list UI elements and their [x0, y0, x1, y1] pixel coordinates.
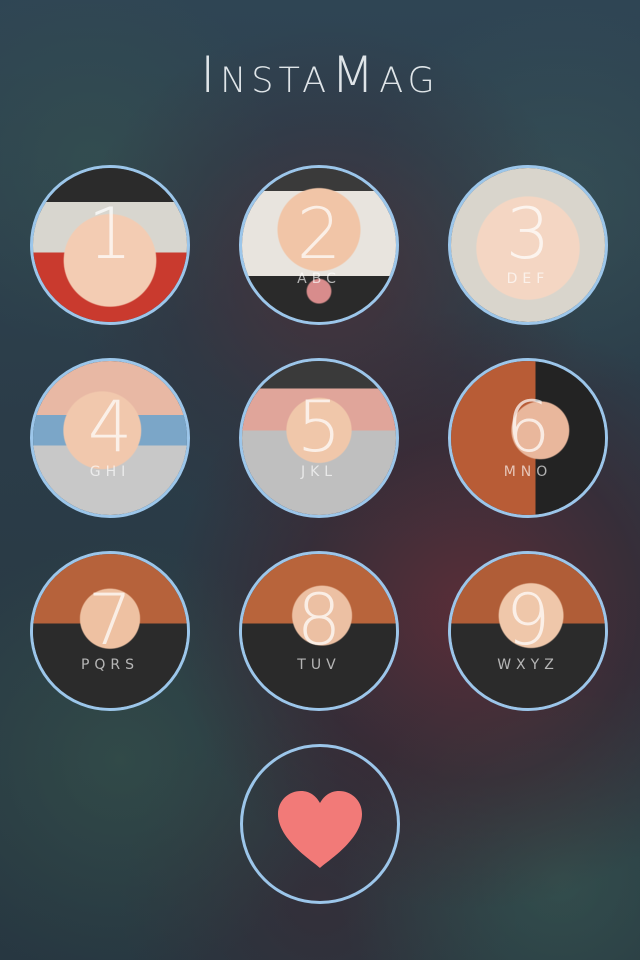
key-1-digit: 1 — [87, 193, 133, 275]
key-5-letters: JKL — [300, 464, 338, 480]
key-9-letters: WXYZ — [497, 657, 559, 673]
key-7-letters: PQRS — [80, 657, 140, 673]
key-8-digit: 8 — [296, 579, 342, 661]
key-6[interactable]: 6 MNO — [448, 358, 608, 518]
key-9-digit: 9 — [505, 579, 551, 661]
key-3-digit: 3 — [505, 193, 551, 275]
key-3-letters: DEF — [506, 271, 550, 287]
key-7[interactable]: 7 PQRS — [30, 551, 190, 711]
key-8-letters: TUV — [297, 657, 341, 673]
key-9[interactable]: 9 WXYZ — [448, 551, 608, 711]
key-7-digit: 7 — [87, 579, 133, 661]
key-2[interactable]: 2 ABC — [239, 165, 399, 325]
key-5-digit: 5 — [296, 386, 342, 468]
key-1[interactable]: 1 — [30, 165, 190, 325]
key-4-digit: 4 — [87, 386, 133, 468]
app-title: InstaMag — [200, 46, 440, 104]
key-8[interactable]: 8 TUV — [239, 551, 399, 711]
heart-icon — [278, 791, 362, 868]
key-2-digit: 2 — [296, 193, 342, 275]
heart-button[interactable] — [240, 744, 400, 904]
key-2-letters: ABC — [297, 271, 341, 287]
key-6-digit: 6 — [505, 386, 551, 468]
key-5[interactable]: 5 JKL — [239, 358, 399, 518]
key-3[interactable]: 3 DEF — [448, 165, 608, 325]
key-6-letters: MNO — [503, 464, 553, 480]
key-4[interactable]: 4 GHI — [30, 358, 190, 518]
key-4-letters: GHI — [89, 464, 131, 480]
